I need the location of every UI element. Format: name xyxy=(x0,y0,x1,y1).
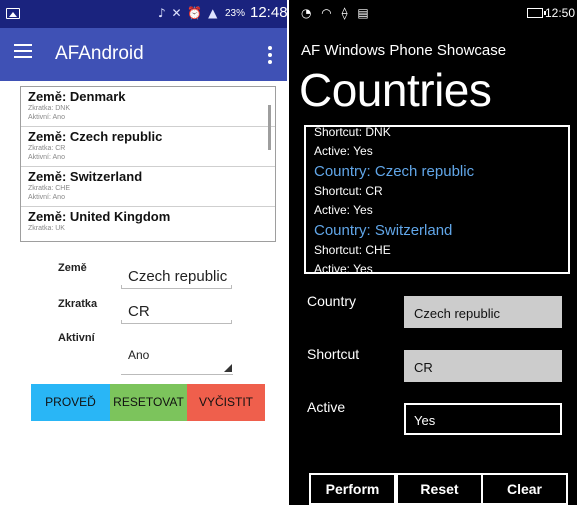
list-item-active: Aktivní: Ano xyxy=(28,154,65,161)
shortcut-input[interactable]: CR xyxy=(404,350,562,382)
shortcut-input[interactable]: CR xyxy=(121,300,232,324)
list-line: Shortcut: CR xyxy=(314,184,383,198)
list-item-shortcut: Zkratka: CHE xyxy=(28,185,71,192)
android-screen: ♪ ✕ ⏰ ▲ 23% 12:48 AFAndroid Země: Denmar… xyxy=(0,0,287,505)
list-item-title: Země: United Kingdom xyxy=(28,209,171,224)
wp-status-bar: ◔ ◠ ⟠ ▤ 12:50 xyxy=(289,0,577,26)
list-line: Shortcut: DNK xyxy=(314,125,391,139)
list-item-title: Země: Denmark xyxy=(28,89,126,104)
battery-percentage: 23% xyxy=(225,8,246,19)
android-app-bar: AFAndroid xyxy=(0,28,287,81)
list-item-shortcut: Zkratka: DNK xyxy=(28,105,71,112)
list-item-title[interactable]: Country: Czech republic xyxy=(314,161,566,182)
clear-button[interactable]: Clear xyxy=(481,473,568,505)
active-label: Active xyxy=(307,399,346,415)
list-item-shortcut: Zkratka: UK xyxy=(28,225,65,232)
list-item-title: Země: Czech republic xyxy=(28,129,163,144)
overflow-menu-icon[interactable] xyxy=(268,46,272,67)
active-label: Aktivní xyxy=(58,332,95,344)
country-input[interactable]: Czech republic xyxy=(121,265,232,289)
shortcut-label: Shortcut xyxy=(307,346,360,362)
active-dropdown-value: Ano xyxy=(128,348,150,362)
list-item[interactable]: Země: United Kingdom Zkratka: UK xyxy=(21,207,275,241)
list-item-shortcut: Zkratka: CR xyxy=(28,145,66,152)
battery-icon xyxy=(527,8,546,18)
windows-phone-screen: ◔ ◠ ⟠ ▤ 12:50 AF Windows Phone Showcase … xyxy=(289,0,577,505)
country-list[interactable]: Země: Denmark Zkratka: DNK Aktivní: Ano … xyxy=(20,86,276,242)
active-dropdown[interactable]: Ano xyxy=(121,343,233,375)
active-input[interactable]: Yes xyxy=(404,403,562,435)
clear-button[interactable]: VYČISTIT xyxy=(187,384,265,421)
list-scrollbar[interactable] xyxy=(268,105,271,150)
page-title: Countries xyxy=(299,64,492,116)
dropdown-corner-icon xyxy=(224,364,232,372)
list-line: Active: Yes xyxy=(314,262,373,274)
list-item-active: Aktivní: Ano xyxy=(28,114,65,121)
shortcut-label: Zkratka xyxy=(58,298,98,310)
app-title: AF Windows Phone Showcase xyxy=(301,42,507,59)
country-label: Country xyxy=(307,293,357,309)
status-time: 12:50 xyxy=(545,6,576,20)
app-title: AFAndroid xyxy=(55,43,144,64)
country-list[interactable]: Shortcut: DNK Active: Yes Country: Czech… xyxy=(304,125,570,274)
list-line: Active: Yes xyxy=(314,144,373,158)
list-item[interactable]: Země: Switzerland Zkratka: CHE Aktivní: … xyxy=(21,167,275,207)
list-item[interactable]: Země: Czech republic Zkratka: CR Aktivní… xyxy=(21,127,275,167)
perform-button[interactable]: PROVEĎ xyxy=(31,384,110,421)
country-input[interactable]: Czech republic xyxy=(404,296,562,328)
gallery-notification-icon xyxy=(6,8,20,19)
list-item-active: Aktivní: Ano xyxy=(28,194,65,201)
list-item[interactable]: Země: Denmark Zkratka: DNK Aktivní: Ano xyxy=(21,87,275,127)
list-line: Active: Yes xyxy=(314,203,373,217)
list-item-title: Země: Switzerland xyxy=(28,169,143,184)
android-status-bar: ♪ ✕ ⏰ ▲ 23% 12:48 xyxy=(0,0,287,28)
reset-button[interactable]: RESETOVAT xyxy=(110,384,187,421)
list-line: Shortcut: CHE xyxy=(314,243,391,257)
list-item-title[interactable]: Country: Switzerland xyxy=(314,220,566,241)
status-icons: ◔ ◠ ⟠ ▤ xyxy=(301,6,372,20)
perform-button[interactable]: Perform xyxy=(309,473,396,505)
country-label: Země xyxy=(58,262,87,274)
status-icons: ♪ ✕ ⏰ ▲ xyxy=(158,6,219,20)
hamburger-menu-icon[interactable] xyxy=(14,44,32,58)
reset-button[interactable]: Reset xyxy=(396,473,483,505)
status-time: 12:48 xyxy=(250,4,287,21)
